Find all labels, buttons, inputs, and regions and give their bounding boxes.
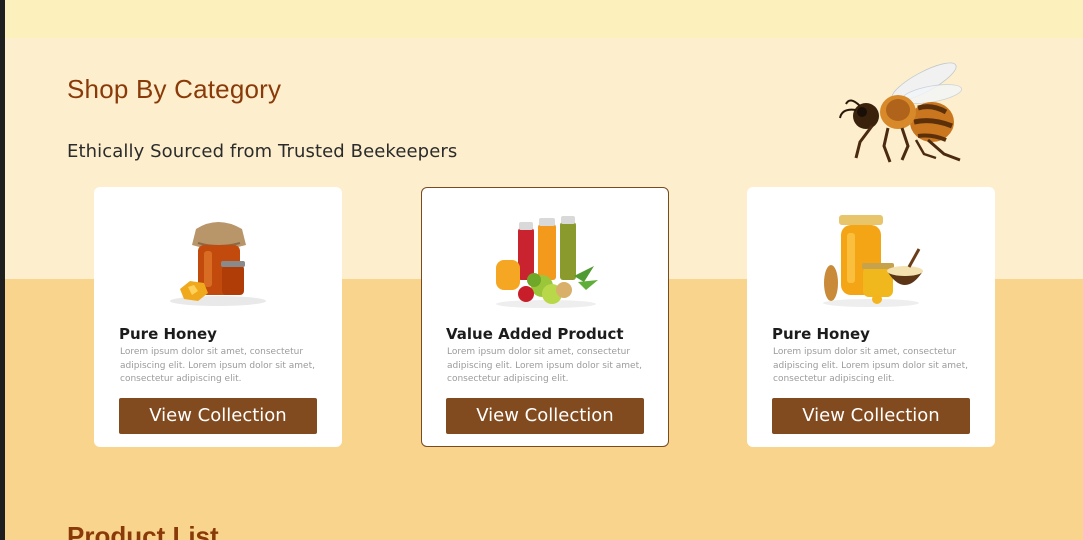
top-banner <box>0 0 1083 38</box>
view-collection-button[interactable]: View Collection <box>446 398 644 434</box>
honey-jars-image <box>823 215 923 307</box>
category-card-pure-honey[interactable]: Pure Honey Lorem ipsum dolor sit amet, c… <box>94 187 342 447</box>
card-title: Pure Honey <box>119 325 217 343</box>
card-description: Lorem ipsum dolor sit amet, consectetur … <box>120 347 315 384</box>
bee-image <box>839 62 962 163</box>
product-list-title: Product List <box>67 521 219 540</box>
view-collection-button[interactable]: View Collection <box>119 398 317 434</box>
card-description: Lorem ipsum dolor sit amet, consectetur … <box>447 347 642 384</box>
category-card-pure-honey-2[interactable]: Pure Honey Lorem ipsum dolor sit amet, c… <box>747 187 995 447</box>
view-collection-button[interactable]: View Collection <box>772 398 970 434</box>
category-card-value-added-product[interactable]: Value Added Product Lorem ipsum dolor si… <box>421 187 669 447</box>
section-title: Shop By Category <box>67 74 282 104</box>
card-title: Pure Honey <box>772 325 870 343</box>
honey-jar-image <box>170 222 266 306</box>
card-description: Lorem ipsum dolor sit amet, consectetur … <box>773 347 968 384</box>
card-title: Value Added Product <box>446 325 624 343</box>
juice-and-fruits-image <box>496 216 598 308</box>
section-subtitle: Ethically Sourced from Trusted Beekeeper… <box>67 141 458 162</box>
window-edge <box>0 0 5 540</box>
